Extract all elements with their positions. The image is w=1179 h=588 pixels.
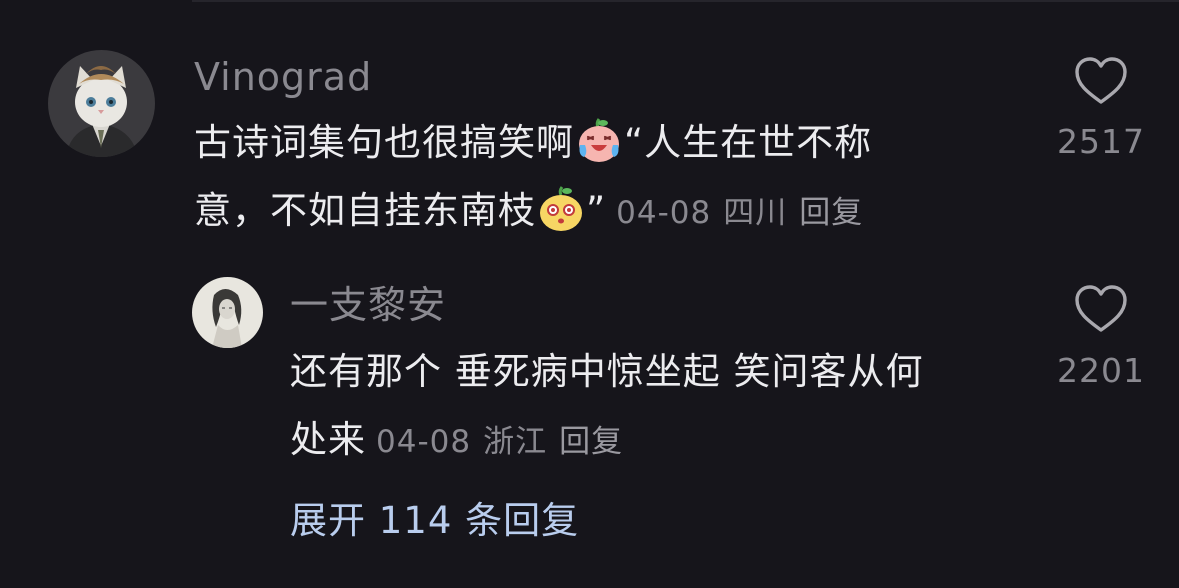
reply-text: 还有那个 垂死病中惊坐起 笑问客从何 处来 04-08 浙江 回复 <box>290 338 1050 474</box>
reply-button[interactable]: 回复 <box>799 195 863 231</box>
reply-like-count: 2201 <box>1057 351 1145 390</box>
comment-line: 意，不如自挂东南枝 ” 04-08 四川 回复 <box>194 177 1054 245</box>
reply-avatar[interactable] <box>192 277 263 348</box>
comment-location: 四川 <box>723 195 788 231</box>
comment-text: 古诗词集句也很搞笑啊 “人生在世不称 意，不如自挂东南枝 ” 04-08 四川 回复 <box>194 109 1054 245</box>
divider <box>192 0 1179 2</box>
reply-username[interactable]: 一支黎安 <box>290 282 446 328</box>
reply-meta: 04-08 浙江 回复 <box>376 424 635 460</box>
reply-reply-button[interactable]: 回复 <box>559 424 623 460</box>
comment-line: 古诗词集句也很搞笑啊 “人生在世不称 <box>194 109 1054 177</box>
cat-avatar-icon <box>48 50 155 157</box>
heart-icon <box>1075 285 1127 332</box>
username[interactable]: Vinograd <box>194 54 372 100</box>
avatar[interactable] <box>48 50 155 157</box>
dizzy-pear-emoji-icon <box>536 183 586 233</box>
reply-date: 04-08 <box>376 424 472 460</box>
reply-line: 处来 04-08 浙江 回复 <box>290 406 1050 474</box>
comment-meta: 04-08 四川 回复 <box>616 195 875 231</box>
heart-icon <box>1075 57 1127 104</box>
crying-laughing-emoji-icon <box>574 115 624 165</box>
comment-date: 04-08 <box>616 195 712 231</box>
expand-replies-button[interactable]: 展开 114 条回复 <box>290 496 579 546</box>
reply-line: 还有那个 垂死病中惊坐起 笑问客从何 <box>290 350 924 393</box>
reply-like-button[interactable] <box>1073 284 1129 334</box>
like-button[interactable] <box>1073 56 1129 106</box>
sketch-girl-avatar-icon <box>192 277 263 348</box>
reply-location: 浙江 <box>483 424 548 460</box>
like-count: 2517 <box>1057 122 1145 161</box>
